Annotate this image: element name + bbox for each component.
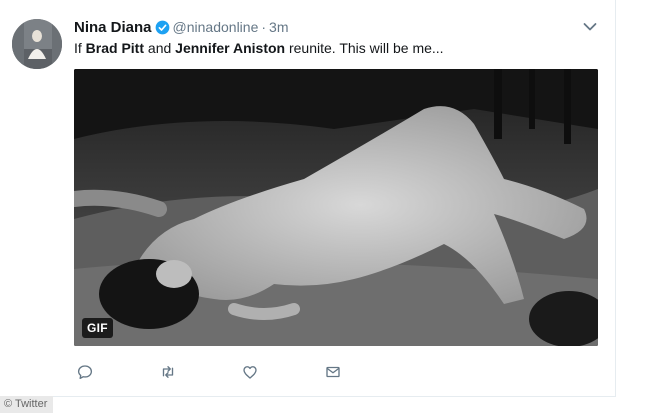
like-button[interactable] <box>241 363 261 383</box>
message-icon <box>326 366 340 378</box>
retweet-button[interactable] <box>159 363 179 383</box>
reply-icon <box>77 365 93 380</box>
like-icon <box>243 366 257 379</box>
text-part: If <box>74 40 86 56</box>
tweet-actions <box>74 363 374 383</box>
text-part: and <box>144 40 176 56</box>
user-handle[interactable]: @ninadonline <box>173 19 259 35</box>
verified-badge-icon <box>155 20 169 34</box>
mention-jennifer-aniston: Jennifer Aniston <box>175 40 286 56</box>
image-credit: © Twitter <box>0 396 54 413</box>
gif-frame <box>74 69 598 346</box>
tweet-text: If Brad Pitt and Jennifer Aniston reunit… <box>74 38 444 58</box>
message-button[interactable] <box>324 363 344 383</box>
avatar[interactable] <box>12 19 62 69</box>
display-name[interactable]: Nina Diana <box>74 19 152 36</box>
chevron-down-icon[interactable] <box>583 22 597 32</box>
meta-separator: · <box>261 19 267 35</box>
avatar-image <box>12 19 62 69</box>
mention-brad-pitt: Brad Pitt <box>85 40 145 56</box>
gif-media[interactable]: GIF <box>74 69 598 346</box>
reply-button[interactable] <box>76 363 96 383</box>
tweet-header: Nina Diana @ninadonline · 3m <box>74 17 289 37</box>
text-part: reunite. This will be me... <box>285 40 444 56</box>
retweet-icon <box>162 366 174 378</box>
timestamp[interactable]: 3m <box>269 19 288 35</box>
tweet-card[interactable]: Nina Diana @ninadonline · 3m If Brad Pit… <box>0 0 616 397</box>
gif-badge: GIF <box>82 318 113 338</box>
